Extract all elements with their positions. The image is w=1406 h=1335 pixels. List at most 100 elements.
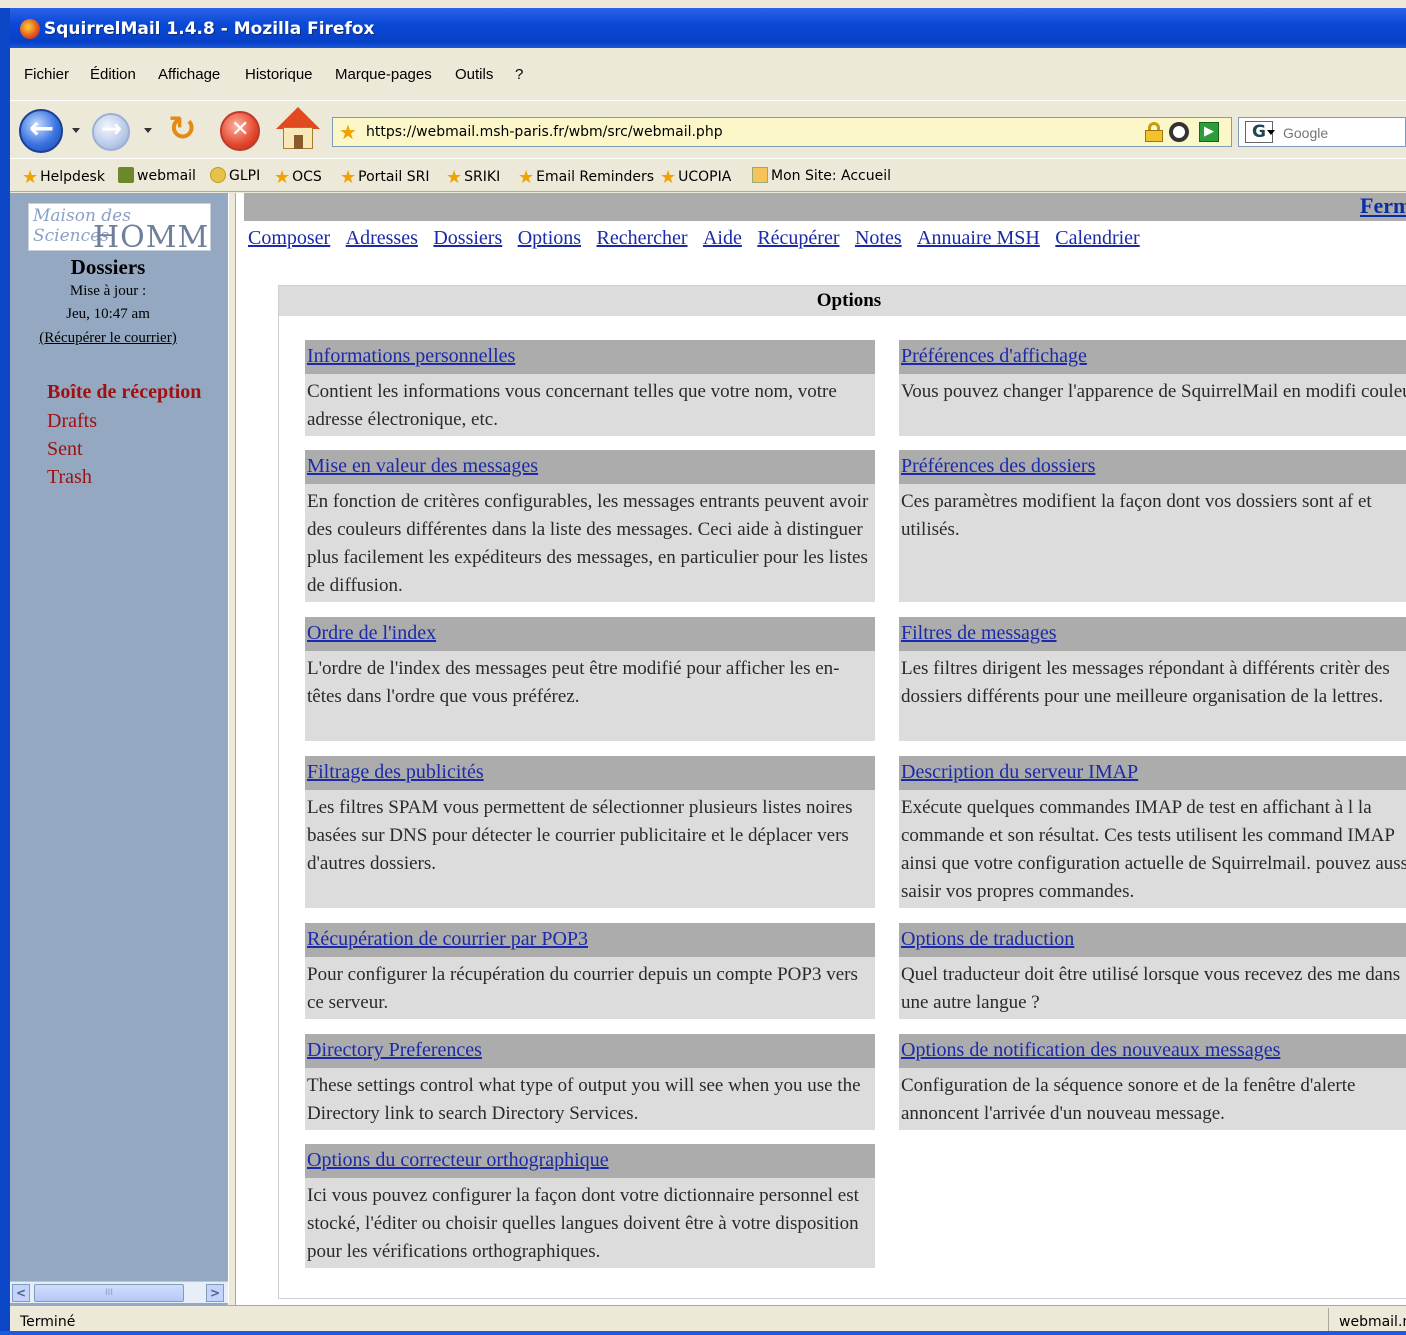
option-link[interactable]: Options du correcteur orthographique xyxy=(307,1149,609,1172)
bookmark-email-reminders[interactable]: ★ Email Reminders xyxy=(518,167,654,188)
folder-inbox[interactable]: Boîte de réception xyxy=(47,381,201,404)
nav-dossiers[interactable]: Dossiers xyxy=(433,227,502,249)
forward-button[interactable] xyxy=(92,113,130,151)
options-panel: Options Informations personnelles Contie… xyxy=(278,285,1406,1299)
address-bar[interactable]: ★ https://webmail.msh-paris.fr/wbm/src/w… xyxy=(332,117,1232,147)
go-button[interactable]: ▶ xyxy=(1199,122,1219,142)
chevron-down-icon[interactable] xyxy=(1267,130,1275,135)
option-link[interactable]: Préférences d'affichage xyxy=(901,345,1087,368)
webmail-icon xyxy=(118,167,134,183)
bookmark-star-icon: ★ xyxy=(446,167,463,188)
window-border xyxy=(0,48,10,1335)
option-description-serveur-imap: Description du serveur IMAP Exécute quel… xyxy=(899,756,1406,908)
scrollbar-thumb[interactable]: III xyxy=(34,1284,184,1302)
bookmark-sriki[interactable]: ★ SRIKI xyxy=(446,167,500,188)
bookmark-glpi[interactable]: GLPI xyxy=(210,167,260,184)
option-link[interactable]: Filtrage des publicités xyxy=(307,761,484,784)
option-description: Ces paramètres modifient la façon dont v… xyxy=(901,491,1372,540)
menu-help[interactable]: ? xyxy=(515,66,523,83)
lock-icon[interactable] xyxy=(1145,122,1163,142)
nav-notes[interactable]: Notes xyxy=(855,227,902,249)
main-frame: Ferm Composer Adresses Dossiers Options … xyxy=(236,193,1406,1305)
scroll-left-icon[interactable]: < xyxy=(12,1284,30,1302)
nav-adresses[interactable]: Adresses xyxy=(346,227,418,249)
refresh-mail-link[interactable]: (Récupérer le courrier) xyxy=(39,330,176,346)
option-filtres-messages: Filtres de messages Les filtres dirigent… xyxy=(899,617,1406,741)
option-link[interactable]: Préférences des dossiers xyxy=(901,455,1095,478)
bookmarks-toolbar: ★ Helpdesk webmail GLPI ★ OCS ★ Portail SRI… xyxy=(10,158,1406,192)
bookmark-star-icon: ★ xyxy=(518,167,535,188)
bookmark-webmail[interactable]: webmail xyxy=(118,167,196,184)
folder-sent[interactable]: Sent xyxy=(47,438,83,461)
forward-history-dropdown-icon[interactable] xyxy=(144,128,152,133)
status-text: Terminé xyxy=(20,1314,76,1330)
signout-link[interactable]: Ferm xyxy=(1360,193,1406,219)
sidebar-horizontal-scrollbar[interactable]: < III > xyxy=(10,1281,228,1303)
option-link[interactable]: Mise en valeur des messages xyxy=(307,455,538,478)
feed-icon[interactable] xyxy=(1169,122,1189,142)
site-icon xyxy=(752,167,768,183)
folder-drafts[interactable]: Drafts xyxy=(47,410,97,433)
url-text[interactable]: https://webmail.msh-paris.fr/wbm/src/web… xyxy=(366,124,723,140)
menu-fichier[interactable]: Fichier xyxy=(24,66,69,83)
menu-historique[interactable]: Historique xyxy=(245,66,313,83)
nav-composer[interactable]: Composer xyxy=(248,227,330,249)
menu-affichage[interactable]: Affichage xyxy=(158,66,220,83)
search-box[interactable]: G xyxy=(1238,117,1406,147)
option-link[interactable]: Options de traduction xyxy=(901,928,1074,951)
bookmark-star-icon: ★ xyxy=(22,167,39,188)
bookmark-ocs[interactable]: ★ OCS xyxy=(274,167,322,188)
scroll-right-icon[interactable]: > xyxy=(206,1284,224,1302)
bookmark-helpdesk[interactable]: ★ Helpdesk xyxy=(22,167,105,188)
menu-edition[interactable]: Édition xyxy=(90,66,136,83)
menu-outils[interactable]: Outils xyxy=(455,66,493,83)
option-ordre-index: Ordre de l'index L'ordre de l'index des … xyxy=(305,617,875,741)
glpi-icon xyxy=(210,167,226,183)
option-link[interactable]: Options de notification des nouveaux mes… xyxy=(901,1039,1280,1062)
option-correcteur-orthographique: Options du correcteur orthographique Ici… xyxy=(305,1144,875,1268)
option-description: Contient les informations vous concernan… xyxy=(307,381,837,430)
bookmark-star-icon: ★ xyxy=(340,167,357,188)
nav-options[interactable]: Options xyxy=(518,227,581,249)
option-description: Ici vous pouvez configurer la façon dont… xyxy=(307,1185,859,1262)
option-description: Les filtres dirigent les messages répond… xyxy=(901,658,1390,707)
main-navigation: Composer Adresses Dossiers Options Reche… xyxy=(248,227,1151,250)
home-button[interactable] xyxy=(276,107,320,151)
option-filtrage-publicites: Filtrage des publicités Les filtres SPAM… xyxy=(305,756,875,908)
menu-marque-pages[interactable]: Marque-pages xyxy=(335,66,432,83)
option-link[interactable]: Description du serveur IMAP xyxy=(901,761,1138,784)
bookmark-mon-site[interactable]: Mon Site: Accueil xyxy=(752,167,891,184)
folder-trash[interactable]: Trash xyxy=(47,466,92,489)
option-link[interactable]: Directory Preferences xyxy=(307,1039,482,1062)
nav-rechercher[interactable]: Rechercher xyxy=(596,227,687,249)
option-description: En fonction de critères configurables, l… xyxy=(307,491,869,596)
back-button[interactable] xyxy=(19,109,63,153)
msh-logo: Maison des Sciences HOMME xyxy=(28,203,211,251)
frame-divider[interactable] xyxy=(228,193,236,1305)
bookmark-portail-sri[interactable]: ★ Portail SRI xyxy=(340,167,429,188)
option-informations-personnelles: Informations personnelles Contient les i… xyxy=(305,340,875,436)
option-link[interactable]: Ordre de l'index xyxy=(307,622,436,645)
back-history-dropdown-icon[interactable] xyxy=(72,128,80,133)
option-pop3: Récupération de courrier par POP3 Pour c… xyxy=(305,923,875,1019)
window-border xyxy=(0,1331,1406,1335)
navigation-toolbar: ↻ ★ https://webmail.msh-paris.fr/wbm/src… xyxy=(10,100,1406,158)
bookmark-star-icon[interactable]: ★ xyxy=(339,120,357,144)
status-host: webmail.m xyxy=(1328,1308,1406,1332)
bookmark-ucopia[interactable]: ★ UCOPIA xyxy=(660,167,731,188)
nav-annuaire-msh[interactable]: Annuaire MSH xyxy=(917,227,1040,249)
nav-recuperer[interactable]: Récupérer xyxy=(757,227,839,249)
stop-button[interactable] xyxy=(220,111,260,151)
nav-calendrier[interactable]: Calendrier xyxy=(1055,227,1139,249)
search-input[interactable] xyxy=(1283,123,1403,143)
option-description: Vous pouvez changer l'apparence de Squir… xyxy=(901,381,1406,402)
folder-sidebar: Maison des Sciences HOMME Dossiers Mise … xyxy=(10,193,228,1305)
home-icon xyxy=(276,107,320,129)
reload-button[interactable]: ↻ xyxy=(168,109,208,151)
nav-aide[interactable]: Aide xyxy=(703,227,742,249)
option-description: These settings control what type of outp… xyxy=(307,1075,861,1124)
option-link[interactable]: Filtres de messages xyxy=(901,622,1057,645)
option-link[interactable]: Récupération de courrier par POP3 xyxy=(307,928,588,951)
window-title: SquirrelMail 1.4.8 - Mozilla Firefox xyxy=(44,19,375,39)
option-link[interactable]: Informations personnelles xyxy=(307,345,515,368)
